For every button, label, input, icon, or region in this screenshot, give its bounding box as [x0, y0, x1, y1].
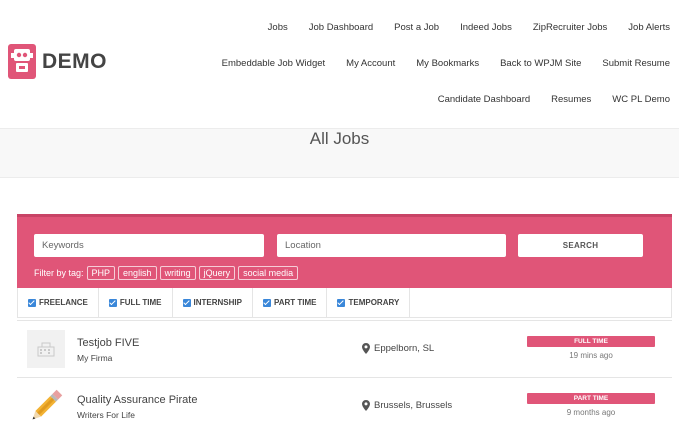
filter-label: FREELANCE — [39, 298, 88, 307]
filter-label: TEMPORARY — [348, 298, 400, 307]
filter-internship[interactable]: INTERNSHIP — [173, 288, 253, 317]
tag-php[interactable]: PHP — [86, 266, 116, 280]
nav-item-ziprecruiter-jobs[interactable]: ZipRecruiter Jobs — [533, 22, 607, 33]
filter-temporary[interactable]: TEMPORARY — [327, 288, 411, 317]
job-location-text: Eppelborn, SL — [374, 343, 435, 354]
nav-item-job-dashboard[interactable]: Job Dashboard — [309, 22, 373, 33]
nav-item-jobs[interactable]: Jobs — [268, 22, 288, 33]
nav-item-wc-pl-demo[interactable]: WC PL Demo — [612, 94, 670, 105]
tag-filter: Filter by tag: PHP english writing jQuer… — [34, 266, 299, 280]
checkbox-checked-icon[interactable] — [262, 298, 271, 307]
nav-item-my-bookmarks[interactable]: My Bookmarks — [416, 58, 479, 69]
job-type-badge: PART TIME — [527, 393, 655, 404]
building-placeholder-icon — [27, 330, 65, 368]
site-logo[interactable]: DEMO — [8, 44, 107, 79]
job-posted-date: 9 months ago — [566, 408, 616, 417]
nav-item-my-account[interactable]: My Account — [346, 58, 395, 69]
nav-item-resumes[interactable]: Resumes — [551, 94, 591, 105]
job-company: Writers For Life — [77, 410, 135, 420]
nav-item-candidate-dashboard[interactable]: Candidate Dashboard — [438, 94, 530, 105]
tag-english[interactable]: english — [118, 266, 157, 280]
filter-label: INTERNSHIP — [193, 298, 242, 307]
job-type-badge: FULL TIME — [527, 336, 655, 347]
nav-item-post-a-job[interactable]: Post a Job — [394, 22, 439, 33]
filter-label: PART TIME — [273, 298, 317, 307]
filter-label: FULL TIME — [119, 298, 162, 307]
checkbox-checked-icon[interactable] — [108, 298, 117, 307]
search-button[interactable]: SEARCH — [518, 234, 643, 257]
job-listing-row[interactable]: Testjob FIVE My Firma Eppelborn, SL FULL… — [17, 320, 672, 377]
nav-item-job-alerts[interactable]: Job Alerts — [628, 22, 670, 33]
job-posted-date: 19 mins ago — [569, 351, 613, 360]
pencil-icon — [27, 387, 65, 425]
nav-item-embeddable-job-widget[interactable]: Embeddable Job Widget — [222, 58, 326, 69]
nav-row-3: Candidate Dashboard Resumes WC PL Demo — [417, 94, 670, 105]
tag-writing[interactable]: writing — [159, 266, 196, 280]
location-input[interactable]: Location — [277, 234, 506, 257]
job-search-panel: Keywords Location SEARCH Filter by tag: … — [17, 214, 672, 288]
job-company: My Firma — [77, 353, 113, 363]
job-location-text: Brussels, Brussels — [374, 400, 453, 411]
filter-by-tag-label: Filter by tag: — [34, 268, 84, 278]
keywords-input[interactable]: Keywords — [34, 234, 264, 257]
checkbox-checked-icon[interactable] — [337, 298, 346, 307]
page-title-band: All Jobs — [0, 128, 679, 178]
map-pin-icon — [362, 343, 370, 354]
page-title: All Jobs — [309, 129, 370, 148]
tag-social-media[interactable]: social media — [238, 266, 299, 280]
checkbox-checked-icon[interactable] — [28, 298, 36, 307]
job-listing-row[interactable]: Quality Assurance Pirate Writers For Lif… — [17, 377, 672, 425]
nav-item-indeed-jobs[interactable]: Indeed Jobs — [460, 22, 512, 33]
checkbox-checked-icon[interactable] — [182, 298, 191, 307]
job-title[interactable]: Quality Assurance Pirate — [77, 394, 197, 406]
job-location: Brussels, Brussels — [362, 400, 452, 411]
nav-row-2: Embeddable Job Widget My Account My Book… — [201, 58, 670, 69]
filter-freelance[interactable]: FREELANCE — [18, 288, 99, 317]
nav-row-1: Jobs Job Dashboard Post a Job Indeed Job… — [247, 22, 670, 33]
brand-name: DEMO — [42, 49, 107, 73]
tag-jquery[interactable]: jQuery — [198, 266, 236, 280]
nav-item-submit-resume[interactable]: Submit Resume — [602, 58, 670, 69]
job-type-filters: FREELANCE FULL TIME INTERNSHIP PART TIME… — [17, 288, 672, 318]
map-pin-icon — [362, 400, 370, 411]
job-location: Eppelborn, SL — [362, 343, 434, 354]
filter-full-time[interactable]: FULL TIME — [99, 288, 173, 317]
nav-item-back-to-wpjm-site[interactable]: Back to WPJM Site — [500, 58, 581, 69]
job-title[interactable]: Testjob FIVE — [77, 337, 139, 349]
filter-part-time[interactable]: PART TIME — [253, 288, 328, 317]
robot-logo-icon — [8, 44, 36, 79]
